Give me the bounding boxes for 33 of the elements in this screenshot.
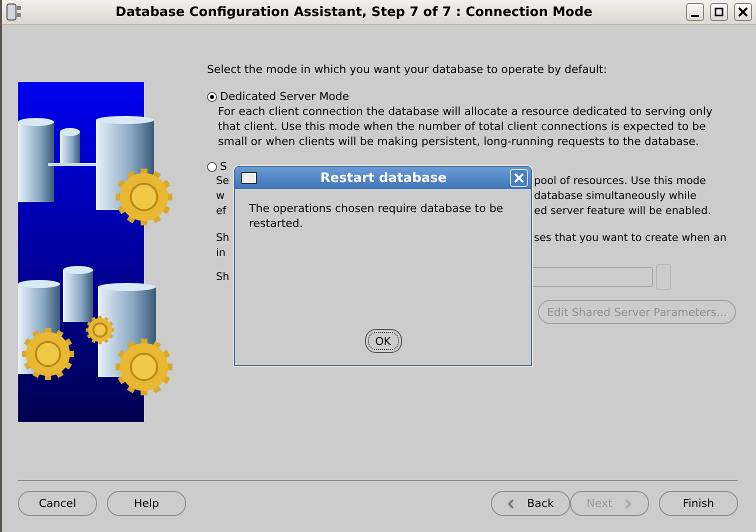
close-icon	[738, 7, 748, 17]
radio-button[interactable]	[207, 92, 217, 102]
wizard-button[interactable]: Back	[491, 491, 570, 516]
dialog-title: Restart database	[319, 170, 448, 186]
close-button[interactable]	[734, 3, 752, 21]
radio-label: Dedicated Server Mode	[220, 89, 350, 104]
description-fragment: database simultaneously while	[534, 189, 696, 204]
window-menu-icon[interactable]	[241, 172, 257, 184]
minimize-button[interactable]	[686, 3, 704, 21]
window-title: Database Configuration Assistant, Step 7 of 7 : Connection Mode	[114, 4, 594, 20]
description-fragment: ses that you want to create when an	[534, 231, 726, 246]
field-label-fragment: Sh	[216, 271, 230, 283]
description-fragment: Se	[216, 174, 230, 189]
description-fragment: Sh	[216, 231, 230, 246]
wizard-button[interactable]: Finish	[659, 491, 738, 516]
description-fragment: w	[216, 189, 225, 204]
radio-label: S	[220, 159, 227, 174]
database-icon	[6, 3, 22, 21]
instruction-text: Select the mode in which you want your database to operate by default:	[207, 62, 608, 77]
dialog-message: The operations chosen require database to be restarted.	[249, 201, 504, 231]
description-fragment: ed server feature will be enabled.	[534, 204, 712, 219]
maximize-icon	[714, 7, 724, 17]
mode-description: For each client connection the database will allocate a resource dedicated to serving only that client. Use this mode when the number of total client connections is expected to be small or when clients will be making persistent, long-running requests to the database.	[217, 104, 714, 149]
minimize-icon	[691, 15, 699, 17]
description-fragment: in	[216, 246, 226, 261]
wizard-button[interactable]: Help	[107, 491, 186, 516]
maximize-button[interactable]	[710, 3, 728, 21]
radio-button[interactable]	[207, 162, 217, 172]
ok-button[interactable]: OK	[364, 329, 402, 353]
description-fragment: ef	[216, 204, 226, 219]
description-fragment: pool of resources. Use this mode	[534, 174, 706, 189]
wizard-button[interactable]: Cancel	[18, 491, 97, 516]
close-icon	[514, 173, 524, 183]
